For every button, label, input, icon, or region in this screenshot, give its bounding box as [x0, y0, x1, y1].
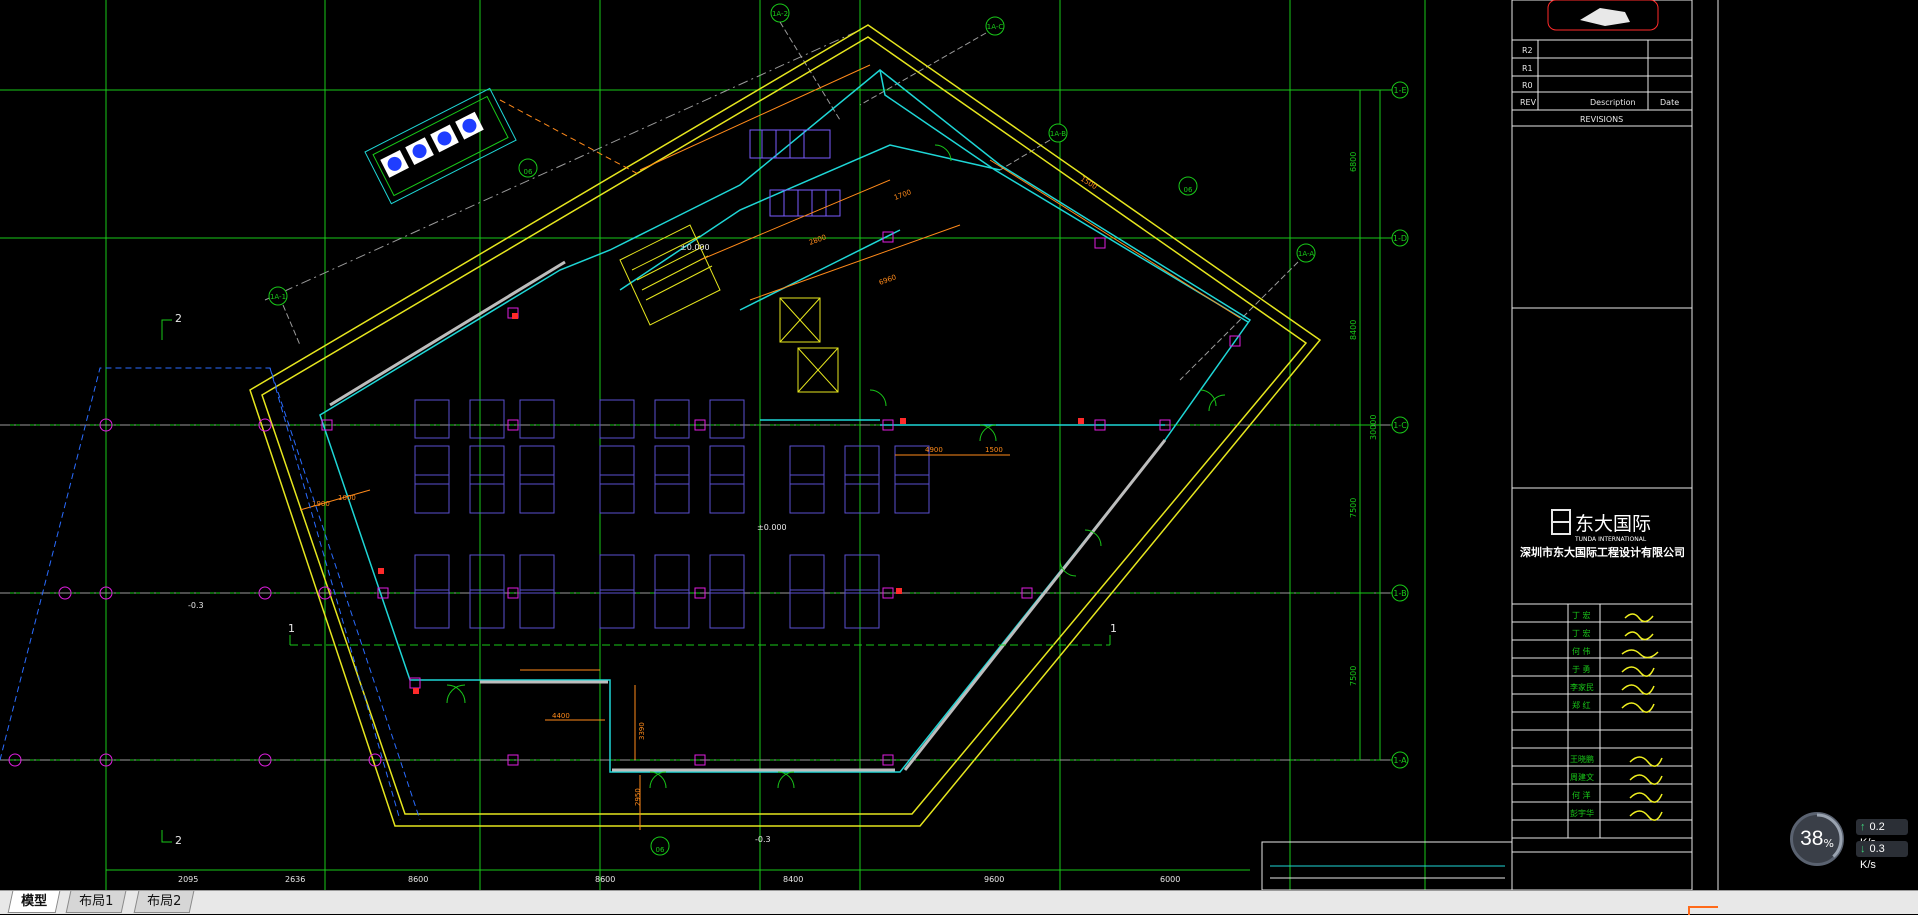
- signer-7: 王晓鹏: [1570, 754, 1594, 764]
- cad-model-space[interactable]: 6800 8400 30000 7500 7500 1-E 1-D 1-C 1-…: [0, 0, 1918, 890]
- level-2: ±0.000: [757, 523, 787, 532]
- section-mark-2-top: 2: [175, 312, 182, 325]
- dim-bottom-6: 9600: [984, 875, 1004, 884]
- company-name: 深圳市东大国际工程设计有限公司: [1520, 545, 1685, 559]
- signer-4: 于 勇: [1572, 665, 1591, 674]
- grid-label-1a-b: 1A-B: [1050, 130, 1066, 138]
- company-logo-text: 东大国际: [1575, 513, 1651, 535]
- grid-label-1a-c: 1A-C: [987, 23, 1004, 31]
- right-dimension-values: 6800 8400 30000 7500 7500: [1349, 152, 1378, 686]
- equipment-detail: [364, 87, 517, 205]
- detail-ref-2: 06: [1184, 186, 1193, 194]
- title-block: [1511, 0, 1719, 890]
- usage-gauge: 38%: [1790, 812, 1844, 866]
- tab-layout2[interactable]: 布局2: [133, 891, 195, 913]
- upload-rate: ↑0.2 K/s: [1856, 819, 1908, 849]
- signer-10: 彭宇华: [1570, 808, 1594, 818]
- signer-8: 周建文: [1570, 772, 1594, 782]
- notes-box: [1261, 841, 1513, 890]
- dim-right-2: 8400: [1349, 320, 1358, 340]
- dim-bottom-7: 6000: [1160, 875, 1180, 884]
- inner-walls: [319, 69, 1252, 773]
- revisions-label: REVISIONS: [1580, 115, 1623, 124]
- tab-model-label: 模型: [21, 894, 48, 909]
- structural-columns: [8, 231, 1241, 767]
- download-arrow-icon: ↓: [1860, 843, 1866, 855]
- grid-label-1a-2: 1A-2: [772, 10, 788, 18]
- rev-col-date: Date: [1660, 98, 1679, 107]
- signer-2: 丁 宏: [1572, 628, 1591, 638]
- grid-label-1c: 1-C: [1393, 421, 1407, 430]
- dim-right-5: 7500: [1349, 666, 1358, 686]
- grid-label-1e: 1-E: [1393, 86, 1406, 95]
- dim-right-4: 7500: [1349, 498, 1358, 518]
- dim-1500b: 1500: [1079, 175, 1098, 191]
- vertical-grid-lines: [105, 0, 1426, 890]
- grid-label-1a: 1-A: [1393, 756, 1407, 765]
- dim-bottom-5: 8400: [783, 875, 803, 884]
- dim-bottom-1: 2095: [178, 875, 198, 884]
- layout-tab-bar: 模型 布局1 布局2: [0, 890, 1918, 914]
- signer-6: 郑 红: [1572, 700, 1591, 710]
- usage-gauge-arc: [1791, 813, 1843, 865]
- dim-right-1: 6800: [1349, 152, 1358, 172]
- upload-rate-value: 0.2: [1869, 821, 1885, 833]
- signer-5: 李家民: [1570, 682, 1594, 692]
- network-monitor-widget[interactable]: 38% ↑0.2 K/s ↓0.3 K/s: [1790, 812, 1908, 871]
- level-4: -0.3: [755, 835, 771, 844]
- level-1: ±0.000: [680, 243, 710, 252]
- rev-r1: R1: [1522, 64, 1533, 73]
- rev-r2: R2: [1522, 46, 1533, 55]
- dim-6960: 6960: [878, 273, 897, 287]
- interior-dimensions: [299, 64, 1241, 830]
- dim-3390: 3390: [638, 722, 646, 740]
- signature-scribbles: [1621, 613, 1663, 821]
- grid-label-1d: 1-D: [1393, 234, 1407, 243]
- tab-model[interactable]: 模型: [7, 891, 61, 913]
- rev-r0: R0: [1522, 81, 1533, 90]
- stair-core: [619, 224, 839, 393]
- section-mark-1-right: 1: [1110, 622, 1117, 635]
- dining-tables: [414, 399, 930, 629]
- dim-4900: 4900: [925, 446, 943, 454]
- tab-layout1-label: 布局1: [79, 894, 114, 909]
- tab-layout2-label: 布局2: [147, 894, 182, 909]
- dim-2800: 2800: [808, 233, 827, 247]
- dim-2950: 2950: [634, 788, 642, 806]
- rev-col-rev: REV: [1520, 98, 1537, 107]
- dim-1000: 1000: [338, 494, 356, 502]
- company-logo-sub: TUNDA INTERNATIONAL: [1574, 536, 1647, 543]
- rev-col-description: Description: [1590, 98, 1636, 107]
- signer-3: 何 伟: [1572, 646, 1591, 656]
- download-rate-value: 0.3: [1869, 843, 1885, 855]
- grid-label-1a-1: 1A-1: [270, 293, 286, 301]
- grid-label-1b: 1-B: [1393, 589, 1406, 598]
- grid-label-1a-a: 1A-A: [1298, 250, 1314, 258]
- dim-bottom-3: 8600: [408, 875, 428, 884]
- dim-1500: 1500: [985, 446, 1003, 454]
- detail-ref-1: 06: [524, 168, 533, 176]
- tab-layout1[interactable]: 布局1: [65, 891, 127, 913]
- dim-1700: 1700: [893, 188, 912, 202]
- download-rate-unit: K/s: [1860, 859, 1876, 871]
- signer-9: 何 洋: [1572, 790, 1591, 800]
- dim-4400: 4400: [552, 712, 570, 720]
- dim-bottom-4: 8600: [595, 875, 615, 884]
- detail-ref-3: 06: [656, 846, 665, 854]
- signer-1: 丁 宏: [1572, 610, 1591, 620]
- level-3: -0.3: [188, 601, 204, 610]
- upload-arrow-icon: ↑: [1860, 821, 1866, 833]
- dim-bottom-2: 2636: [285, 875, 305, 884]
- section-mark-2-bottom: 2: [175, 834, 182, 847]
- download-rate: ↓ 0.3 K/s: [1856, 841, 1908, 871]
- selection-corner-marker: [1688, 906, 1718, 915]
- dim-right-3: 30000: [1369, 415, 1378, 440]
- section-mark-1-left: 1: [288, 622, 295, 635]
